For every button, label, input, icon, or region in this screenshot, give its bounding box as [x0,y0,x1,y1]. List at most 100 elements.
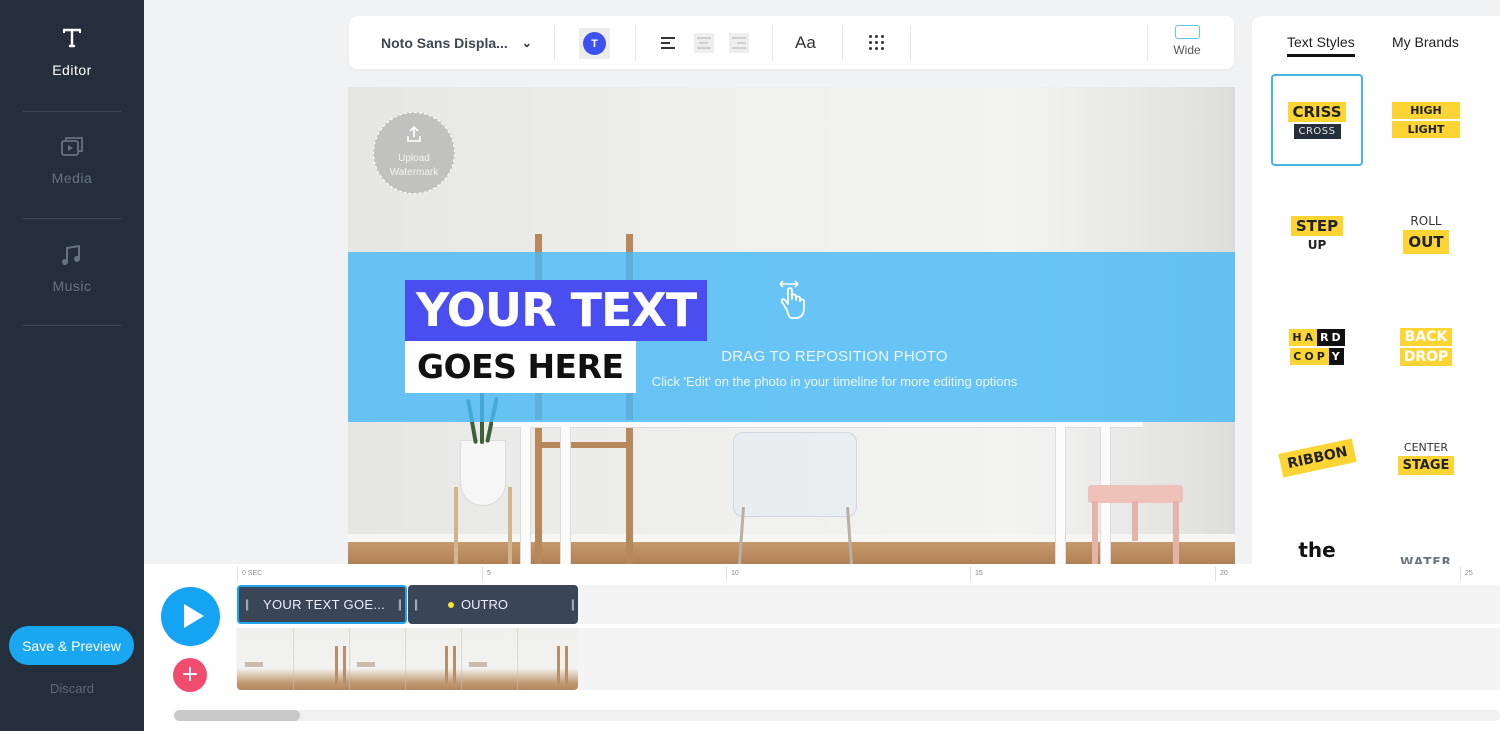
discard-link[interactable]: Discard [0,681,144,696]
photo-plant-stand [454,487,458,564]
style-centerstage[interactable]: CENTER STAGE [1380,412,1472,504]
timeline-clip-text[interactable]: || YOUR TEXT GOE... || [237,585,407,624]
photo-desk-leg [520,427,531,564]
toolbar-divider [772,26,773,61]
chevron-down-icon: ⌄ [521,35,532,50]
align-right-button[interactable] [729,33,749,53]
sidebar-item-label: Music [52,278,92,294]
style-text: HA [1289,329,1318,346]
ruler-tick: 0 SEC [237,567,262,581]
style-ribbon[interactable]: RIBBON [1271,412,1363,504]
toolbar-divider [842,26,843,61]
sidebar-item-music[interactable]: Music [23,242,121,349]
music-note-icon [62,244,80,265]
style-water[interactable]: WATER [1380,521,1472,564]
style-text: WATER [1400,555,1452,564]
watermark-label: Upload [398,153,430,164]
style-text: DROP [1400,348,1452,366]
style-text: the [1298,538,1336,562]
sidebar-item-label: Editor [52,62,92,78]
text-overlay-line1[interactable]: YOUR TEXT [405,280,708,341]
style-backdrop[interactable]: BACK DROP [1380,301,1472,393]
style-text: CENTER [1403,441,1449,454]
style-text: CRISS [1288,101,1346,122]
sidebar: Editor Media Music Save & Preview Discar… [0,0,144,731]
style-text: STEP [1290,216,1344,236]
aspect-label: Wide [1173,43,1201,57]
media-icon [61,137,83,156]
style-text: BACK [1400,328,1452,346]
photo-plant-pot [460,440,506,506]
video-canvas[interactable]: Upload Watermark DRAG TO REPOSITION PHOT… [348,87,1235,564]
ruler-tick: 15 [970,567,983,581]
aspect-ratio-button[interactable]: Wide [1161,25,1213,57]
toolbar-divider [910,26,911,61]
sidebar-divider [23,218,121,219]
ruler-tick: 5 [482,567,491,581]
upload-icon [407,125,421,142]
add-scene-button[interactable]: + [173,658,207,692]
style-text: Y [1328,348,1344,365]
play-button[interactable] [161,587,220,646]
style-highlight[interactable]: HIGH LIGHT [1380,74,1472,166]
timeline-scrollbar[interactable] [174,710,1500,721]
dot-icon [448,601,454,608]
tab-my-brands[interactable]: My Brands [1392,34,1459,50]
style-text: ROLL [1410,214,1442,228]
drag-hand-icon [779,280,805,319]
style-the[interactable]: the [1271,521,1363,564]
text-toolbar: Noto Sans Displa... ⌄ T Aa Wide [349,16,1234,69]
save-preview-button[interactable]: Save & Preview [9,626,134,665]
grid-dots-icon[interactable] [869,35,885,51]
text-color-button[interactable]: T [579,28,610,59]
style-hardcopy[interactable]: HA RD COP Y [1271,301,1363,393]
drag-handle-icon[interactable]: || [571,597,575,611]
scrollbar-thumb[interactable] [174,710,300,721]
style-crisscross[interactable]: CRISS CROSS [1271,74,1363,166]
wide-aspect-icon [1174,25,1200,39]
timeline: 0 SEC 5 10 15 20 25 + || YOUR TEXT GOE..… [144,564,1500,731]
photo-ladder [540,442,628,448]
play-icon [184,604,204,628]
timeline-clip-outro[interactable]: || OUTRO || [408,585,578,624]
style-text: STAGE [1397,456,1455,475]
photo-chair [733,432,857,517]
watermark-label: Watermark [389,167,439,178]
upload-watermark-button[interactable]: Upload Watermark [373,112,455,194]
drag-handle-icon[interactable]: || [245,597,249,611]
style-text: RD [1317,329,1345,346]
align-left-button[interactable] [658,33,678,53]
text-case-button[interactable]: Aa [795,16,816,69]
sidebar-divider [23,325,121,326]
sidebar-item-label: Media [51,170,93,186]
toolbar-divider [635,26,636,61]
drag-handle-icon[interactable]: || [398,597,402,611]
text-overlay-line2[interactable]: GOES HERE [405,341,636,393]
photo-stool [1088,485,1183,564]
style-text: RIBBON [1277,438,1357,478]
tab-text-styles[interactable]: Text Styles [1287,34,1355,57]
timeline-photo-clip[interactable] [237,628,578,690]
style-text: COP [1290,348,1329,365]
clip-label: OUTRO [461,597,508,612]
clip-label: YOUR TEXT GOE... [263,597,386,612]
ruler-tick: 20 [1215,567,1228,581]
text-icon [62,28,82,48]
sidebar-item-editor[interactable]: Editor [23,26,121,133]
photo-desk-leg [560,427,571,564]
photo-plant-stand [508,487,512,564]
drag-handle-icon[interactable]: || [414,597,418,611]
style-stepup[interactable]: STEP UP [1271,188,1363,280]
align-center-button[interactable] [694,33,714,53]
photo-desk-leg [1055,427,1066,564]
text-styles-panel: Text Styles My Brands CRISS CROSS HIGH L… [1252,16,1500,564]
style-rollout[interactable]: ROLL OUT [1380,188,1472,280]
style-text: CROSS [1293,123,1341,139]
ruler-tick: 25 [1460,567,1473,581]
font-dropdown[interactable]: Noto Sans Displa... ⌄ [381,16,532,69]
toolbar-divider [554,26,555,61]
color-swatch: T [583,32,606,55]
style-text: UP [1307,238,1327,252]
ruler-tick: 10 [726,567,739,581]
sidebar-item-media[interactable]: Media [23,134,121,241]
